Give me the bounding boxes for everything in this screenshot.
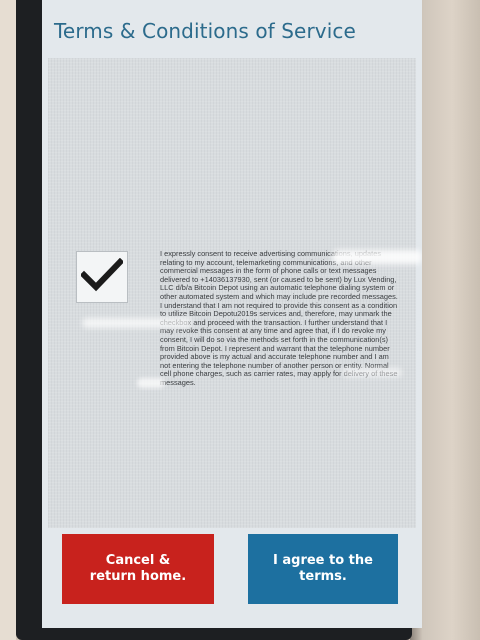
kiosk-bezel-left	[0, 0, 16, 640]
checkmark-icon	[79, 257, 125, 296]
cancel-button[interactable]: Cancel & return home.	[62, 534, 214, 604]
kiosk-device: Terms & Conditions of Service I expressl…	[16, 0, 422, 640]
page-title: Terms & Conditions of Service	[54, 19, 356, 43]
screen-glare	[82, 318, 192, 328]
screen-glare	[137, 378, 165, 388]
screen-glare	[342, 368, 402, 377]
agree-button[interactable]: I agree to the terms.	[248, 534, 398, 604]
terms-panel: I expressly consent to receive advertisi…	[48, 58, 416, 528]
kiosk-screen: Terms & Conditions of Service I expressl…	[42, 0, 422, 628]
consent-checkbox[interactable]	[76, 251, 128, 303]
screen-glare	[332, 250, 422, 264]
consent-text: I expressly consent to receive advertisi…	[160, 249, 398, 387]
